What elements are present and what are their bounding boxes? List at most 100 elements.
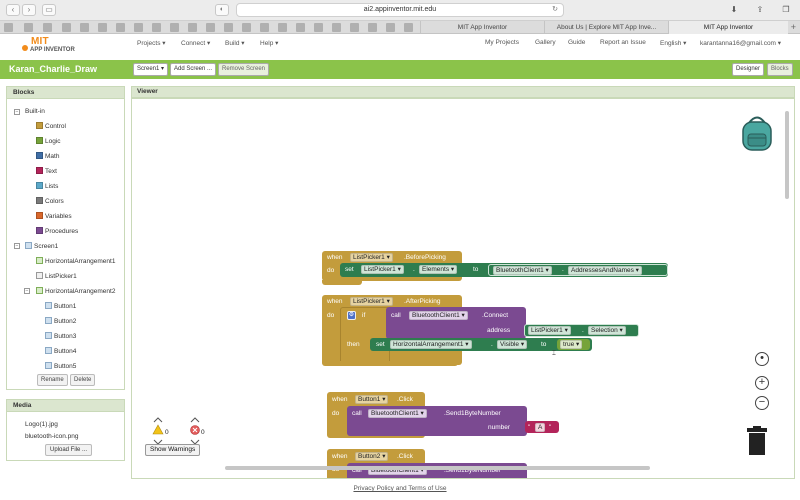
tree-component[interactable]: Button4 — [45, 347, 76, 355]
address-bar[interactable]: ai2.appinventor.mit.edu ↻ — [236, 3, 564, 17]
tree-component[interactable]: Button5 — [45, 362, 76, 370]
link-gallery[interactable]: Gallery — [535, 39, 556, 46]
zoom-reset-icon[interactable]: • — [755, 352, 769, 366]
menu-help[interactable]: Help ▾ — [260, 39, 278, 47]
text-value[interactable]: A — [535, 423, 546, 432]
menu-connect[interactable]: Connect ▾ — [181, 39, 210, 47]
vertical-scrollbar[interactable] — [785, 111, 789, 199]
tree-component[interactable]: HorizontalArrangement1 — [36, 257, 115, 265]
trash-icon[interactable] — [746, 426, 768, 456]
link-guide[interactable]: Guide — [568, 39, 585, 46]
bookmark-icon[interactable] — [332, 23, 341, 32]
bookmark-icon[interactable] — [24, 23, 33, 32]
bookmark-icon[interactable] — [368, 23, 377, 32]
browser-tab[interactable]: MIT App Inventor — [420, 21, 544, 34]
tree-component[interactable]: ListPicker1 — [36, 272, 77, 280]
show-warnings-button[interactable]: Show Warnings — [145, 444, 201, 456]
component-dropdown[interactable]: HorizontalArrangement1 ▾ — [390, 340, 472, 349]
tabs-overview-icon[interactable]: ❐ — [778, 4, 794, 16]
bookmark-icon[interactable] — [170, 23, 179, 32]
drawer-lists[interactable]: Lists — [36, 182, 58, 190]
delete-button[interactable]: Delete — [70, 374, 96, 386]
add-screen-button[interactable]: Add Screen ... — [170, 63, 217, 76]
property-dropdown[interactable]: AddressesAndNames ▾ — [568, 266, 642, 275]
bookmark-icon[interactable] — [296, 23, 305, 32]
bookmark-icon[interactable] — [278, 23, 287, 32]
bookmark-icon[interactable] — [4, 23, 13, 32]
menu-build[interactable]: Build ▾ — [225, 39, 245, 47]
component-dropdown[interactable]: BluetoothClient1 ▾ — [368, 409, 427, 418]
browser-tab[interactable]: About Us | Explore MIT App Inve... — [544, 21, 668, 34]
link-report-issue[interactable]: Report an Issue — [600, 39, 646, 46]
account-menu[interactable]: karantanna16@gmail.com ▾ — [700, 39, 781, 47]
mit-logo[interactable]: MIT APP INVENTOR — [22, 36, 92, 56]
bookmark-icon[interactable] — [188, 23, 197, 32]
bookmark-icon[interactable] — [242, 23, 251, 32]
property-dropdown[interactable]: Elements ▾ — [419, 265, 458, 274]
bookmark-icon[interactable] — [224, 23, 233, 32]
drawer-math[interactable]: Math — [36, 152, 59, 160]
errors-nav[interactable] — [189, 416, 201, 446]
language-select[interactable]: English ▾ — [660, 39, 686, 47]
collapse-icon[interactable]: − — [14, 243, 20, 249]
component-dropdown[interactable]: ListPicker1 ▾ — [350, 253, 393, 262]
media-file[interactable]: Logo(1).jpg — [25, 421, 58, 428]
component-dropdown[interactable]: ListPicker1 ▾ — [361, 265, 404, 274]
browser-tab-active[interactable]: MIT App Inventor — [668, 21, 788, 34]
sidebar-icon[interactable]: ▭ — [42, 4, 56, 16]
blocks-button[interactable]: Blocks — [767, 63, 793, 76]
zoom-in-icon[interactable]: + — [755, 376, 769, 390]
link-my-projects[interactable]: My Projects — [485, 39, 519, 46]
bookmark-icon[interactable] — [314, 23, 323, 32]
bookmark-icon[interactable] — [260, 23, 269, 32]
reload-icon[interactable]: ↻ — [552, 4, 558, 16]
rename-button[interactable]: Rename — [37, 374, 68, 386]
privacy-link[interactable]: Privacy Policy and Terms of Use — [353, 485, 446, 492]
drawer-colors[interactable]: Colors — [36, 197, 64, 205]
screen-select[interactable]: Screen1 ▾ — [133, 63, 169, 76]
new-tab-icon[interactable]: + — [791, 21, 796, 34]
collapse-icon[interactable]: − — [24, 288, 30, 294]
mutator-gear-icon[interactable]: ⚙ — [347, 311, 356, 320]
component-dropdown[interactable]: BluetoothClient1 ▾ — [493, 266, 552, 275]
component-dropdown[interactable]: BluetoothClient1 ▾ — [409, 311, 468, 320]
backpack-icon[interactable] — [739, 114, 775, 152]
bookmark-icon[interactable] — [43, 23, 52, 32]
property-dropdown[interactable]: Selection ▾ — [588, 326, 626, 335]
collapse-icon[interactable]: − — [14, 109, 20, 115]
bookmark-icon[interactable] — [116, 23, 125, 32]
blocks-workspace[interactable]: when ListPicker1 ▾ .BeforePicking do set… — [131, 98, 795, 479]
upload-file-button[interactable]: Upload File ... — [45, 444, 93, 456]
remove-screen-button[interactable]: Remove Screen — [218, 63, 270, 76]
property-dropdown[interactable]: Visible ▾ — [497, 340, 528, 349]
component-dropdown[interactable]: Button1 ▾ — [355, 395, 389, 404]
forward-icon[interactable]: › — [22, 4, 36, 16]
bookmark-icon[interactable] — [134, 23, 143, 32]
menu-projects[interactable]: Projects ▾ — [137, 39, 166, 47]
bookmark-icon[interactable] — [62, 23, 71, 32]
drawer-text[interactable]: Text — [36, 167, 57, 175]
back-icon[interactable]: ‹ — [6, 4, 20, 16]
bookmark-icon[interactable] — [404, 23, 413, 32]
bookmark-icon[interactable] — [152, 23, 161, 32]
drawer-procedures[interactable]: Procedures — [36, 227, 78, 235]
tree-component[interactable]: Button3 — [45, 332, 76, 340]
drawer-logic[interactable]: Logic — [36, 137, 61, 145]
bookmark-icon[interactable] — [98, 23, 107, 32]
reader-icon[interactable]: ◐ — [215, 4, 229, 16]
bookmark-icon[interactable] — [80, 23, 89, 32]
tree-builtin[interactable]: Built-in — [25, 108, 45, 115]
designer-button[interactable]: Designer — [732, 63, 765, 76]
horizontal-scrollbar[interactable] — [225, 466, 650, 470]
share-icon[interactable]: ⇪ — [752, 4, 768, 16]
media-file[interactable]: bluetooth-icon.png — [25, 433, 79, 440]
zoom-out-icon[interactable]: − — [755, 396, 769, 410]
bookmark-icon[interactable] — [350, 23, 359, 32]
drawer-variables[interactable]: Variables — [36, 212, 72, 220]
value-dropdown[interactable]: true ▾ — [560, 340, 583, 349]
tree-component[interactable]: Button1 — [45, 302, 76, 310]
bookmark-icon[interactable] — [386, 23, 395, 32]
tree-component[interactable]: Button2 — [45, 317, 76, 325]
download-icon[interactable]: ⬇ — [726, 4, 742, 16]
component-dropdown[interactable]: ListPicker1 ▾ — [350, 297, 393, 306]
